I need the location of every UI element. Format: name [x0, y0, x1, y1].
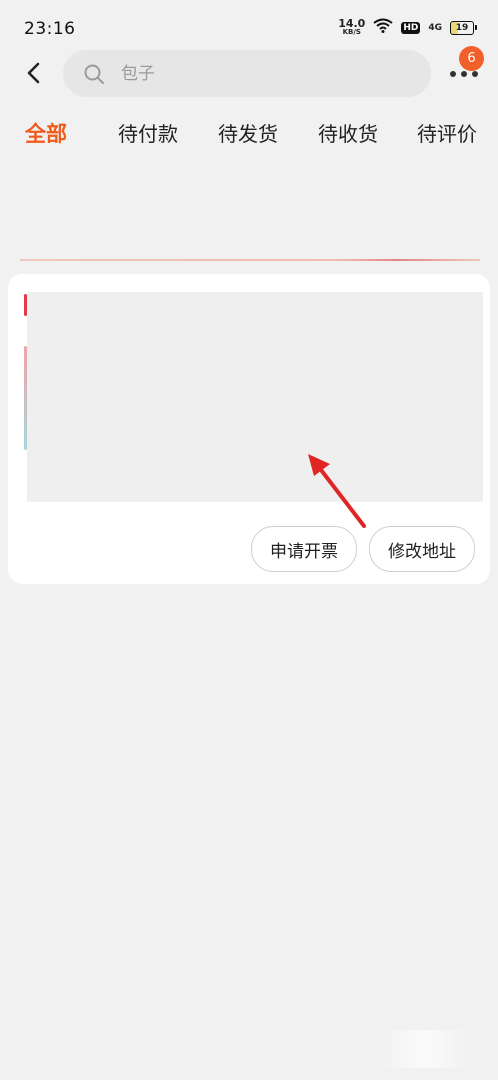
tab-pending-payment[interactable]: 待付款: [118, 118, 178, 147]
search-bar[interactable]: [63, 50, 431, 97]
network-speed: 14.0 KB/S: [338, 16, 366, 37]
network-type: 4G: [428, 22, 442, 33]
status-time: 23:16: [24, 19, 76, 39]
more-button[interactable]: 6: [446, 46, 486, 90]
divider: [20, 259, 480, 261]
annotation-arrow-icon: [308, 454, 366, 528]
chevron-left-icon: [27, 62, 40, 84]
search-icon: [83, 63, 105, 85]
tab-pending-receipt[interactable]: 待收货: [318, 118, 378, 147]
back-button[interactable]: [20, 58, 48, 88]
tab-pending-shipment[interactable]: 待发货: [218, 118, 278, 147]
status-icons: 14.0 KB/S HD 4G 19: [338, 16, 477, 37]
redacted-order-details: [27, 292, 483, 502]
notification-badge: 6: [459, 46, 484, 71]
search-input[interactable]: [119, 62, 403, 85]
wifi-icon: [373, 18, 393, 37]
watermark: [380, 1030, 472, 1068]
more-dots-icon: [450, 71, 478, 77]
tab-pending-review[interactable]: 待评价: [417, 118, 477, 147]
order-card: 申请开票 修改地址: [8, 274, 490, 584]
network-speed-unit: KB/S: [342, 27, 361, 36]
tab-all[interactable]: 全部: [25, 118, 67, 148]
hd-badge: HD: [401, 21, 421, 34]
battery-icon: 19: [450, 20, 477, 35]
modify-address-button[interactable]: 修改地址: [369, 526, 475, 572]
network-speed-value: 14.0: [338, 16, 366, 30]
battery-level: 19: [455, 22, 469, 33]
order-tabs: 全部 待付款 待发货 待收货 待评价: [0, 118, 498, 152]
